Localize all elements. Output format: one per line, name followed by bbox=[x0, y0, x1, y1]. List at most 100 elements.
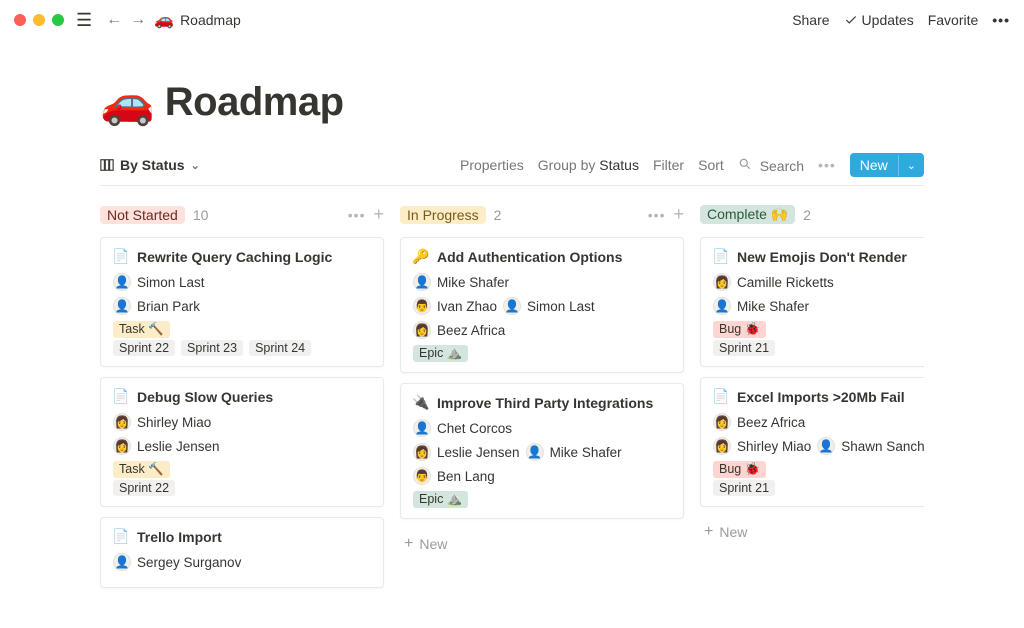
card-people-row: 👤 Chet Corcos bbox=[413, 419, 671, 437]
person-chip[interactable]: 👨 Ivan Zhao bbox=[413, 297, 497, 315]
search-icon bbox=[738, 157, 752, 171]
person-chip[interactable]: 👩 Beez Africa bbox=[713, 413, 805, 431]
traffic-lights bbox=[14, 14, 64, 26]
person-chip[interactable]: 👩 Shirley Miao bbox=[713, 437, 811, 455]
maximize-window-button[interactable] bbox=[52, 14, 64, 26]
person-name: Mike Shafer bbox=[550, 445, 622, 460]
person-chip[interactable]: 👤 Sergey Surganov bbox=[113, 553, 241, 571]
card-type-icon: 🔑 bbox=[413, 248, 429, 265]
share-button[interactable]: Share bbox=[792, 12, 829, 28]
lane-add-new-button[interactable]: +New bbox=[700, 517, 924, 547]
lane-header: Not Started 10 ••• + bbox=[100, 200, 384, 237]
avatar-icon: 👤 bbox=[413, 273, 431, 291]
new-dropdown-button[interactable]: ⌄ bbox=[898, 155, 924, 176]
close-window-button[interactable] bbox=[14, 14, 26, 26]
card-type-icon: 🔌 bbox=[413, 394, 429, 411]
card-title: Excel Imports >20Mb Fail bbox=[737, 389, 905, 405]
board-card[interactable]: 📄 Rewrite Query Caching Logic 👤 Simon La… bbox=[100, 237, 384, 367]
sprint-tag: Sprint 23 bbox=[181, 340, 243, 356]
card-people-row: 👩 Leslie Jensen bbox=[113, 437, 371, 455]
board-card[interactable]: 🔌 Improve Third Party Integrations 👤 Che… bbox=[400, 383, 684, 519]
board-lane: Not Started 10 ••• + 📄 Rewrite Query Cac… bbox=[100, 200, 384, 598]
card-people-row: 👩 Beez Africa bbox=[413, 321, 671, 339]
person-chip[interactable]: 👩 Camille Ricketts bbox=[713, 273, 834, 291]
lane-header: Complete 🙌 2 ••• + bbox=[700, 200, 924, 237]
group-by-button[interactable]: Group by Status bbox=[538, 157, 639, 173]
person-chip[interactable]: 👨 Ben Lang bbox=[413, 467, 495, 485]
person-chip[interactable]: 👤 Chet Corcos bbox=[413, 419, 512, 437]
lane-title[interactable]: Not Started bbox=[100, 206, 185, 224]
avatar-icon: 👤 bbox=[413, 419, 431, 437]
board-lane: Complete 🙌 2 ••• + 📄 New Emojis Don't Re… bbox=[700, 200, 924, 598]
card-people-row: 👩 Leslie Jensen 👤 Mike Shafer bbox=[413, 443, 671, 461]
person-name: Leslie Jensen bbox=[137, 439, 220, 454]
board-card[interactable]: 📄 Excel Imports >20Mb Fail 👩 Beez Africa… bbox=[700, 377, 924, 507]
board-card[interactable]: 🔑 Add Authentication Options 👤 Mike Shaf… bbox=[400, 237, 684, 373]
lane-title[interactable]: Complete 🙌 bbox=[700, 205, 795, 224]
plus-icon: + bbox=[404, 535, 413, 553]
board-card[interactable]: 📄 New Emojis Don't Render 👩 Camille Rick… bbox=[700, 237, 924, 367]
view-picker[interactable]: By Status ⌄ bbox=[100, 157, 200, 173]
new-button[interactable]: New ⌄ bbox=[850, 153, 924, 177]
lane-add-new-button[interactable]: +New bbox=[400, 529, 684, 559]
minimize-window-button[interactable] bbox=[33, 14, 45, 26]
avatar-icon: 👤 bbox=[817, 437, 835, 455]
sort-button[interactable]: Sort bbox=[698, 157, 724, 173]
view-more-button[interactable]: ••• bbox=[818, 157, 836, 173]
updates-button[interactable]: Updates bbox=[844, 12, 914, 28]
person-name: Shirley Miao bbox=[737, 439, 811, 454]
person-name: Ben Lang bbox=[437, 469, 495, 484]
person-chip[interactable]: 👤 Mike Shafer bbox=[713, 297, 809, 315]
type-tag: Bug 🐞 bbox=[713, 461, 766, 478]
lane-more-button[interactable]: ••• bbox=[648, 207, 666, 223]
page-title[interactable]: Roadmap bbox=[165, 80, 344, 125]
lane-title[interactable]: In Progress bbox=[400, 206, 486, 224]
person-chip[interactable]: 👤 Simon Last bbox=[503, 297, 595, 315]
properties-button[interactable]: Properties bbox=[460, 157, 524, 173]
chevron-down-icon: ⌄ bbox=[191, 159, 200, 172]
filter-button[interactable]: Filter bbox=[653, 157, 684, 173]
person-chip[interactable]: 👤 Brian Park bbox=[113, 297, 200, 315]
sidebar-toggle-icon[interactable]: ☰ bbox=[76, 10, 92, 31]
board-view-icon bbox=[100, 158, 114, 172]
avatar-icon: 👤 bbox=[113, 273, 131, 291]
breadcrumb-emoji: 🚗 bbox=[154, 10, 174, 30]
breadcrumb[interactable]: 🚗 Roadmap bbox=[154, 10, 241, 30]
page-emoji[interactable]: 🚗 bbox=[100, 81, 155, 125]
search-button[interactable]: Search bbox=[738, 157, 804, 174]
board-card[interactable]: 📄 Debug Slow Queries 👩 Shirley Miao 👩 Le… bbox=[100, 377, 384, 507]
person-chip[interactable]: 👤 Mike Shafer bbox=[413, 273, 509, 291]
page-more-button[interactable]: ••• bbox=[992, 12, 1010, 28]
person-chip[interactable]: 👩 Leslie Jensen bbox=[113, 437, 220, 455]
person-chip[interactable]: 👤 Mike Shafer bbox=[526, 443, 622, 461]
person-name: Leslie Jensen bbox=[437, 445, 520, 460]
avatar-icon: 👤 bbox=[113, 297, 131, 315]
person-name: Beez Africa bbox=[437, 323, 505, 338]
sprint-tag: Sprint 24 bbox=[249, 340, 311, 356]
lane-add-button[interactable]: + bbox=[673, 204, 684, 225]
avatar-icon: 👨 bbox=[413, 297, 431, 315]
nav-back-button[interactable]: ← bbox=[102, 9, 126, 31]
nav-forward-button[interactable]: → bbox=[126, 9, 150, 31]
lane-more-button[interactable]: ••• bbox=[348, 207, 366, 223]
sprint-tag: Sprint 22 bbox=[113, 340, 175, 356]
favorite-button[interactable]: Favorite bbox=[928, 12, 979, 28]
page-header: 🚗 Roadmap bbox=[100, 80, 924, 125]
person-chip[interactable]: 👩 Shirley Miao bbox=[113, 413, 211, 431]
card-people-row: 👩 Camille Ricketts bbox=[713, 273, 924, 291]
person-chip[interactable]: 👤 Shawn Sanchez bbox=[817, 437, 924, 455]
person-chip[interactable]: 👩 Beez Africa bbox=[413, 321, 505, 339]
lane-add-button[interactable]: + bbox=[373, 204, 384, 225]
lane-header: In Progress 2 ••• + bbox=[400, 200, 684, 237]
avatar-icon: 👩 bbox=[113, 437, 131, 455]
person-chip[interactable]: 👩 Leslie Jensen bbox=[413, 443, 520, 461]
person-name: Simon Last bbox=[527, 299, 595, 314]
type-tag: Task 🔨 bbox=[113, 461, 170, 478]
person-chip[interactable]: 👤 Simon Last bbox=[113, 273, 205, 291]
card-title: New Emojis Don't Render bbox=[737, 249, 907, 265]
card-type-icon: 📄 bbox=[113, 388, 129, 405]
view-toolbar: By Status ⌄ Properties Group by Status F… bbox=[100, 153, 924, 186]
card-type-icon: 📄 bbox=[113, 528, 129, 545]
board-card[interactable]: 📄 Trello Import 👤 Sergey Surganov bbox=[100, 517, 384, 588]
card-people-row: 👤 Mike Shafer bbox=[413, 273, 671, 291]
